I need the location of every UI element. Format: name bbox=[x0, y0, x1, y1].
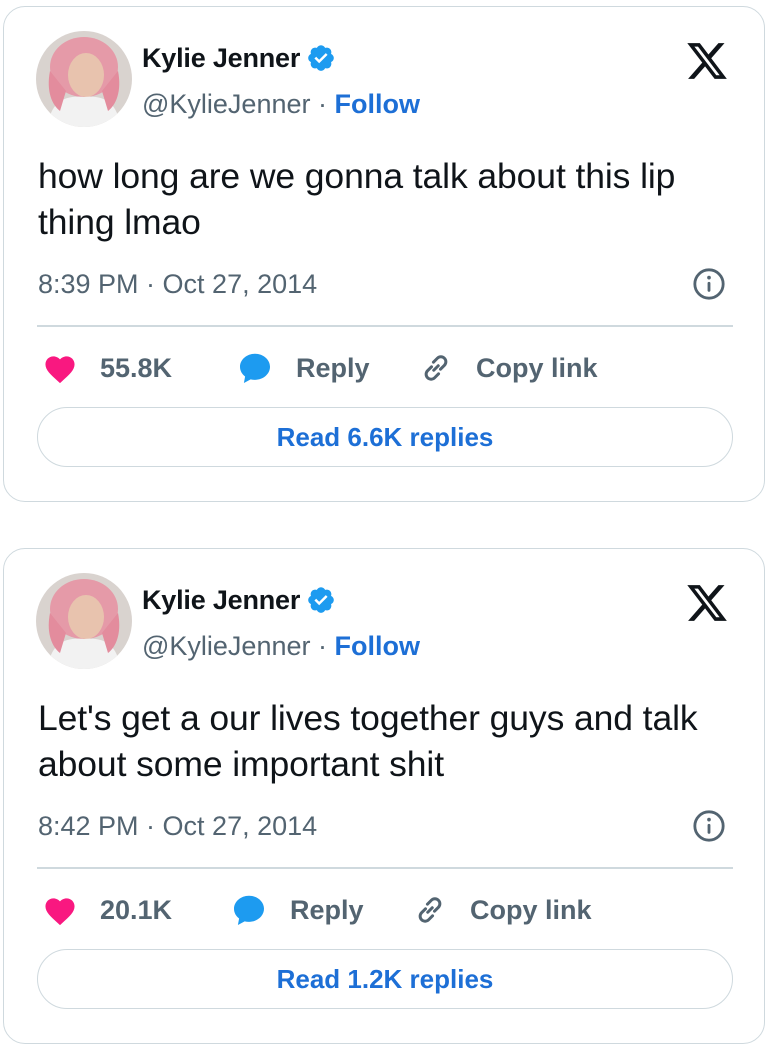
info-icon[interactable] bbox=[692, 809, 726, 843]
author-row: Kylie Jenner bbox=[142, 583, 336, 617]
like-count: 20.1K bbox=[100, 894, 173, 925]
author-name[interactable]: Kylie Jenner bbox=[142, 585, 300, 616]
action-bar: 20.1K Reply Copy link bbox=[40, 891, 730, 929]
tweet-text: how long are we gonna talk about this li… bbox=[38, 156, 676, 242]
read-replies-button[interactable]: Read 6.6K replies bbox=[37, 407, 733, 467]
verified-badge-icon bbox=[308, 45, 334, 71]
copy-link-label: Copy link bbox=[470, 894, 592, 925]
copy-link-label: Copy link bbox=[476, 352, 598, 383]
author-handle[interactable]: @KylieJenner bbox=[142, 89, 311, 119]
handle-row: @KylieJenner · Follow bbox=[142, 87, 420, 121]
reply-button[interactable]: Reply bbox=[236, 349, 370, 387]
info-icon[interactable] bbox=[692, 267, 726, 301]
reply-bubble-icon bbox=[240, 353, 270, 383]
reply-label: Reply bbox=[296, 352, 370, 383]
tweet-timestamp[interactable]: 8:42 PM · Oct 27, 2014 bbox=[38, 809, 317, 843]
separator-dot: · bbox=[310, 631, 335, 661]
read-replies-button[interactable]: Read 1.2K replies bbox=[37, 949, 733, 1009]
like-count: 55.8K bbox=[100, 352, 173, 383]
divider bbox=[37, 325, 733, 327]
author-row: Kylie Jenner bbox=[142, 41, 336, 75]
link-icon bbox=[418, 897, 442, 923]
tweet-text: Let's get a our lives together guys and … bbox=[38, 698, 698, 784]
tweet-card[interactable]: Kylie Jenner @KylieJenner · Follow Let's… bbox=[3, 548, 765, 1044]
copy-link-button[interactable]: Copy link bbox=[418, 349, 598, 387]
reply-button[interactable]: Reply bbox=[230, 891, 364, 929]
reply-label: Reply bbox=[290, 894, 364, 925]
author-name[interactable]: Kylie Jenner bbox=[142, 43, 300, 74]
handle-row: @KylieJenner · Follow bbox=[142, 629, 420, 663]
author-handle[interactable]: @KylieJenner bbox=[142, 631, 311, 661]
tweet-stack: Kylie Jenner @KylieJenner · Follow how l… bbox=[0, 0, 774, 1044]
link-icon bbox=[424, 355, 448, 381]
divider bbox=[37, 867, 733, 869]
x-logo-icon[interactable] bbox=[684, 39, 730, 83]
tweet-timestamp[interactable]: 8:39 PM · Oct 27, 2014 bbox=[38, 267, 317, 301]
heart-icon bbox=[45, 898, 75, 926]
x-logo-icon[interactable] bbox=[684, 581, 730, 625]
copy-link-button[interactable]: Copy link bbox=[412, 891, 592, 929]
follow-button[interactable]: Follow bbox=[335, 89, 420, 119]
tweet-card[interactable]: Kylie Jenner @KylieJenner · Follow how l… bbox=[3, 6, 765, 502]
reply-bubble-icon bbox=[234, 895, 264, 925]
like-button[interactable]: 20.1K bbox=[42, 891, 172, 929]
avatar[interactable] bbox=[36, 31, 132, 127]
verified-badge-icon bbox=[308, 587, 334, 613]
action-bar: 55.8K Reply Copy link bbox=[40, 349, 730, 387]
avatar[interactable] bbox=[36, 573, 132, 669]
heart-icon bbox=[45, 356, 75, 384]
like-button[interactable]: 55.8K bbox=[42, 349, 172, 387]
follow-button[interactable]: Follow bbox=[335, 631, 420, 661]
separator-dot: · bbox=[310, 89, 335, 119]
